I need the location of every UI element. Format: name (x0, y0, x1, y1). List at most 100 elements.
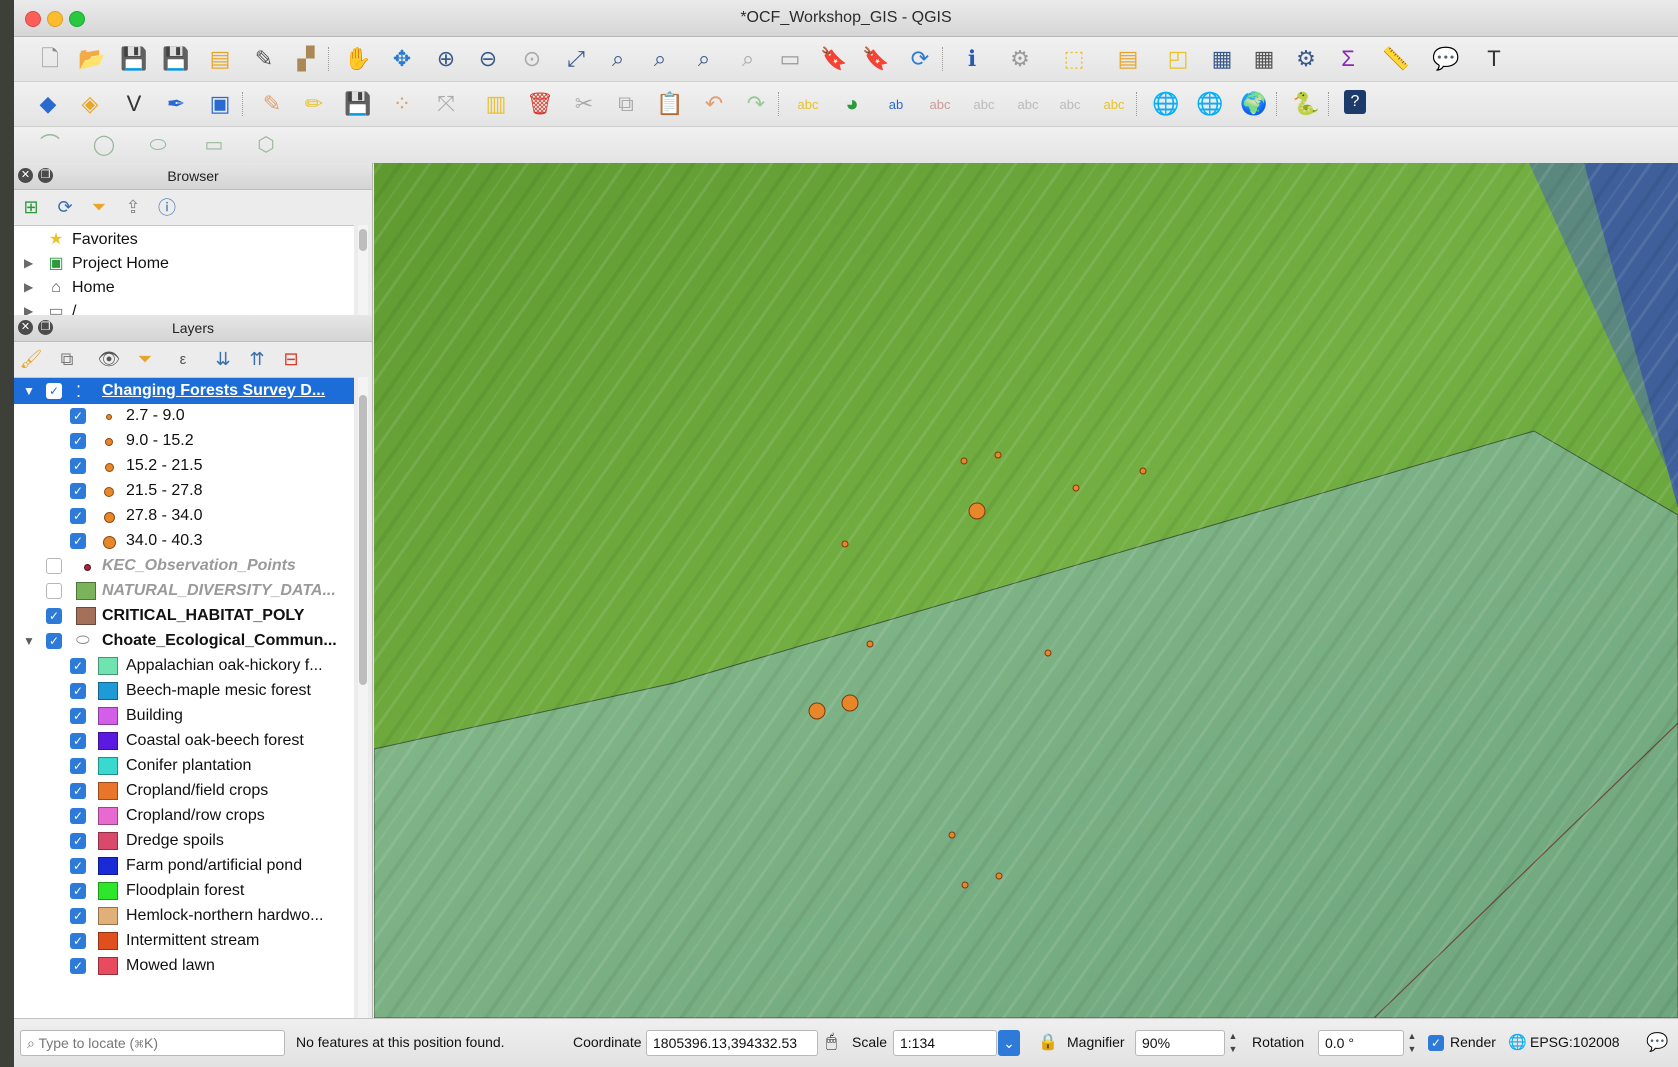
scale-dropdown-chevron-icon[interactable]: ⌄ (998, 1030, 1020, 1056)
new-print-layout-icon[interactable]: ▤ (206, 45, 234, 73)
render-checkbox[interactable]: ✓ (1428, 1035, 1444, 1051)
rotation-stepper[interactable]: ▲ ▼ (1406, 1030, 1418, 1056)
new-project-icon[interactable]: 🗋 (36, 45, 64, 73)
new-virtual-layer-icon[interactable]: ▣ (206, 90, 234, 118)
label-toolbar-icon[interactable]: abc (794, 90, 822, 118)
layer-visibility-checkbox[interactable]: ✓ (70, 708, 86, 724)
manage-map-themes-icon[interactable]: 👁 (98, 348, 121, 370)
layer-visibility-checkbox[interactable]: ✓ (70, 833, 86, 849)
statistical-summary-icon[interactable]: Σ (1334, 45, 1362, 73)
coordinate-field[interactable]: 1805396.13,394332.53 (646, 1030, 818, 1056)
legend-item[interactable]: ✓ 34.0 - 40.3 (14, 528, 354, 554)
add-group-icon[interactable]: ⧉ (56, 348, 78, 370)
layer-visibility-checkbox[interactable]: ✓ (70, 958, 86, 974)
layer-visibility-checkbox[interactable]: ✓ (70, 533, 86, 549)
new-shapefile-layer-icon[interactable]: V (120, 90, 148, 118)
highlight-pinned-labels-icon[interactable]: ab (882, 90, 910, 118)
modify-attributes-icon[interactable]: ▥ (482, 90, 510, 118)
layer-item[interactable]: NATURAL_DIVERSITY_DATA... (14, 578, 354, 604)
rotation-field[interactable]: 0.0 ° (1318, 1030, 1404, 1056)
layer-visibility-checkbox[interactable]: ✓ (70, 408, 86, 424)
legend-item[interactable]: ✓ Coastal oak-beech forest (14, 728, 354, 754)
map-canvas[interactable] (374, 163, 1678, 1018)
locator-search-input[interactable]: ⌕ Type to locate (⌘K) (20, 1030, 285, 1056)
layers-tree[interactable]: ▼ ✓ ⁚ Changing Forests Survey D... ✓ 2.7 - 9.… (14, 377, 354, 1018)
add-selected-layers-icon[interactable]: ⊞ (20, 196, 42, 218)
collapse-all-icon[interactable]: ⇈ (246, 348, 268, 370)
metasearch-icon[interactable]: 🌐 (1152, 90, 1180, 118)
layout-manager-icon[interactable]: ✎ (250, 45, 278, 73)
text-annotation-icon[interactable]: T (1480, 45, 1508, 73)
python-console-icon[interactable]: 🐍 (1292, 90, 1320, 118)
collapse-arrow-icon[interactable]: ▼ (23, 634, 35, 648)
zoom-to-selection-icon[interactable]: ⌕ (604, 45, 632, 73)
layer-visibility-checkbox[interactable]: ✓ (70, 458, 86, 474)
run-feature-action-icon[interactable]: ⚙ (1006, 45, 1034, 73)
show-hide-labels-icon[interactable]: abc (970, 90, 998, 118)
layer-visibility-checkbox[interactable] (46, 558, 62, 574)
vertex-tool-icon[interactable]: ⤧ (432, 90, 460, 118)
layer-visibility-checkbox[interactable]: ✓ (70, 933, 86, 949)
layer-visibility-checkbox[interactable]: ✓ (70, 733, 86, 749)
zoom-in-icon[interactable]: ⊕ (432, 45, 460, 73)
add-point-feature-icon[interactable]: ⁘ (388, 90, 416, 118)
move-label-icon[interactable]: abc (1014, 90, 1042, 118)
style-manager-icon[interactable]: ▞ (292, 45, 320, 73)
layer-visibility-checkbox[interactable]: ✓ (70, 758, 86, 774)
legend-item[interactable]: ✓ Hemlock-northern hardwo... (14, 903, 354, 929)
add-circle-icon[interactable]: ◯ (90, 131, 118, 159)
legend-item[interactable]: ✓ Dredge spoils (14, 828, 354, 854)
delete-selected-icon[interactable]: 🗑 (526, 90, 554, 118)
magnifier-stepper[interactable]: ▲ ▼ (1227, 1030, 1239, 1056)
open-layer-styling-icon[interactable]: 🖌 (20, 348, 43, 370)
zoom-next-icon[interactable]: ⌕ (734, 45, 762, 73)
expand-arrow-icon[interactable]: ▶ (24, 304, 33, 315)
layer-item[interactable]: KEC_Observation_Points (14, 553, 354, 579)
field-calculator-icon[interactable]: ▦ (1250, 45, 1278, 73)
layer-visibility-checkbox[interactable]: ✓ (70, 908, 86, 924)
map-tips-icon[interactable]: 💬 (1432, 45, 1460, 73)
layer-visibility-checkbox[interactable]: ✓ (70, 483, 86, 499)
legend-item[interactable]: ✓ Conifer plantation (14, 753, 354, 779)
expand-arrow-icon[interactable]: ▶ (24, 256, 33, 270)
filter-browser-icon[interactable]: ⏷ (88, 196, 110, 218)
open-project-icon[interactable]: 📂 (78, 45, 106, 73)
identify-features-icon[interactable]: ℹ (958, 45, 986, 73)
layer-visibility-checkbox[interactable]: ✓ (70, 508, 86, 524)
add-regular-polygon-icon[interactable]: ⬡ (252, 131, 280, 159)
change-label-icon[interactable]: abc (1100, 90, 1128, 118)
layer-visibility-checkbox[interactable]: ✓ (46, 633, 62, 649)
show-bookmarks-icon[interactable]: 🔖 (862, 45, 890, 73)
refresh-icon[interactable]: ⟳ (906, 45, 934, 73)
current-edits-icon[interactable]: ✎ (258, 90, 286, 118)
layer-visibility-checkbox[interactable]: ✓ (70, 883, 86, 899)
crs-button[interactable]: EPSG:102008 (1530, 1034, 1620, 1050)
layer-item[interactable]: ▼ ✓ ⬭ Choate_Ecological_Commun... (14, 628, 354, 654)
redo-icon[interactable]: ↷ (742, 90, 770, 118)
scale-combo[interactable]: 1:134 (893, 1030, 997, 1056)
data-source-manager-icon[interactable]: ◆ (34, 90, 62, 118)
legend-item[interactable]: ✓ Appalachian oak-hickory f... (14, 653, 354, 679)
legend-item[interactable]: ✓ Intermittent stream (14, 928, 354, 954)
browser-tree[interactable]: ★ Favorites ▶ ▣ Project Home ▶ ⌂ Home ▶ ▭ / (14, 225, 354, 315)
zoom-to-layer-icon[interactable]: ⌕ (646, 45, 674, 73)
filter-by-expression-icon[interactable]: ε (172, 348, 194, 370)
filter-legend-icon[interactable]: ⏷ (134, 348, 156, 370)
toggle-extents-icon[interactable]: 🖱 (826, 1031, 837, 1052)
legend-item[interactable]: ✓ 15.2 - 21.5 (14, 453, 354, 479)
layer-visibility-checkbox[interactable]: ✓ (46, 608, 62, 624)
add-circular-string-icon[interactable]: ⌒ (36, 131, 64, 159)
paste-features-icon[interactable]: 📋 (656, 90, 684, 118)
browser-item[interactable]: ▶ ▣ Project Home (14, 252, 354, 276)
save-layer-edits-icon[interactable]: 💾 (344, 90, 372, 118)
pan-to-selection-icon[interactable]: ✥ (388, 45, 416, 73)
deselect-features-icon[interactable]: ◰ (1164, 45, 1192, 73)
zoom-full-icon[interactable]: ⤢ (562, 45, 590, 73)
measure-line-icon[interactable]: 📏 (1382, 45, 1410, 73)
select-by-value-icon[interactable]: ▤ (1114, 45, 1142, 73)
collapse-all-icon[interactable]: ⇪ (122, 196, 144, 218)
attribute-table-icon[interactable]: ▦ (1208, 45, 1236, 73)
metasearch-results-icon[interactable]: 🌐 (1196, 90, 1224, 118)
pin-labels-icon[interactable]: abc (926, 90, 954, 118)
messages-icon[interactable]: 💬 (1646, 1032, 1668, 1053)
